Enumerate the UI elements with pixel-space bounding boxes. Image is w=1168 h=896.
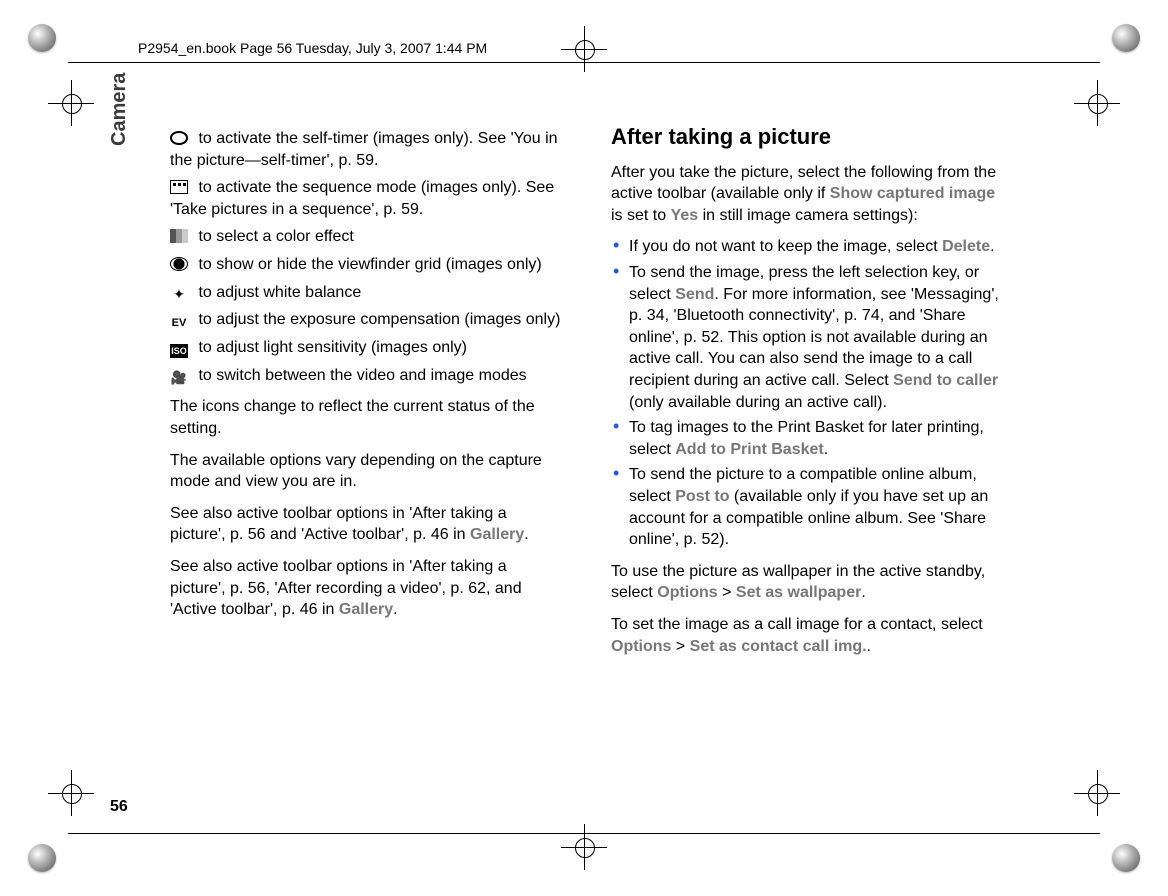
corner-ornament xyxy=(28,844,56,872)
grid-icon xyxy=(170,257,188,271)
crop-mark xyxy=(1074,770,1120,816)
list-item: To tag images to the Print Basket for la… xyxy=(629,417,1006,460)
option-grid: to show or hide the viewfinder grid (ima… xyxy=(170,254,565,276)
intro-para: After you take the picture, select the f… xyxy=(611,162,1006,227)
option-mode: 🎥 to switch between the video and image … xyxy=(170,365,565,387)
para-see-also-1: See also active toolbar options in 'Afte… xyxy=(170,503,565,546)
header-text: P2954_en.book Page 56 Tuesday, July 3, 2… xyxy=(138,40,487,56)
color-effect-icon xyxy=(170,229,188,243)
para-see-also-2: See also active toolbar options in 'Afte… xyxy=(170,556,565,621)
option-wb: ✦ to adjust white balance xyxy=(170,282,565,304)
para-icons-change: The icons change to reflect the current … xyxy=(170,396,565,439)
left-column: to activate the self-timer (images only)… xyxy=(170,122,565,667)
para-options-vary: The available options vary depending on … xyxy=(170,450,565,493)
heading-after-taking: After taking a picture xyxy=(611,122,1006,152)
mode-switch-icon: 🎥 xyxy=(170,372,188,386)
crop-mark xyxy=(1074,80,1120,126)
content-area: to activate the self-timer (images only)… xyxy=(170,122,1086,667)
corner-ornament xyxy=(1112,844,1140,872)
para-wallpaper: To use the picture as wallpaper in the a… xyxy=(611,561,1006,604)
sequence-icon xyxy=(170,180,188,194)
list-item: If you do not want to keep the image, se… xyxy=(629,236,1006,258)
iso-icon: ISO xyxy=(170,344,188,358)
list-item: To send the picture to a compatible onli… xyxy=(629,464,1006,550)
option-iso: ISO to adjust light sensitivity (images … xyxy=(170,337,565,359)
corner-ornament xyxy=(28,24,56,52)
crop-mark xyxy=(48,80,94,126)
options-list: If you do not want to keep the image, se… xyxy=(611,236,1006,550)
timer-icon xyxy=(170,131,188,145)
list-item: To send the image, press the left select… xyxy=(629,262,1006,413)
option-self-timer: to activate the self-timer (images only)… xyxy=(170,128,565,171)
exposure-icon: EV xyxy=(170,317,188,331)
crop-mark xyxy=(48,770,94,816)
option-exposure: EV to adjust the exposure compensation (… xyxy=(170,309,565,331)
option-color: to select a color effect xyxy=(170,226,565,248)
section-label: Camera xyxy=(108,73,131,146)
right-column: After taking a picture After you take th… xyxy=(611,122,1006,667)
page-number: 56 xyxy=(110,798,128,816)
crop-mark xyxy=(561,26,607,72)
corner-ornament xyxy=(1112,24,1140,52)
crop-mark xyxy=(561,824,607,870)
white-balance-icon: ✦ xyxy=(170,287,188,301)
para-call-image: To set the image as a call image for a c… xyxy=(611,614,1006,657)
option-sequence: to activate the sequence mode (images on… xyxy=(170,177,565,220)
